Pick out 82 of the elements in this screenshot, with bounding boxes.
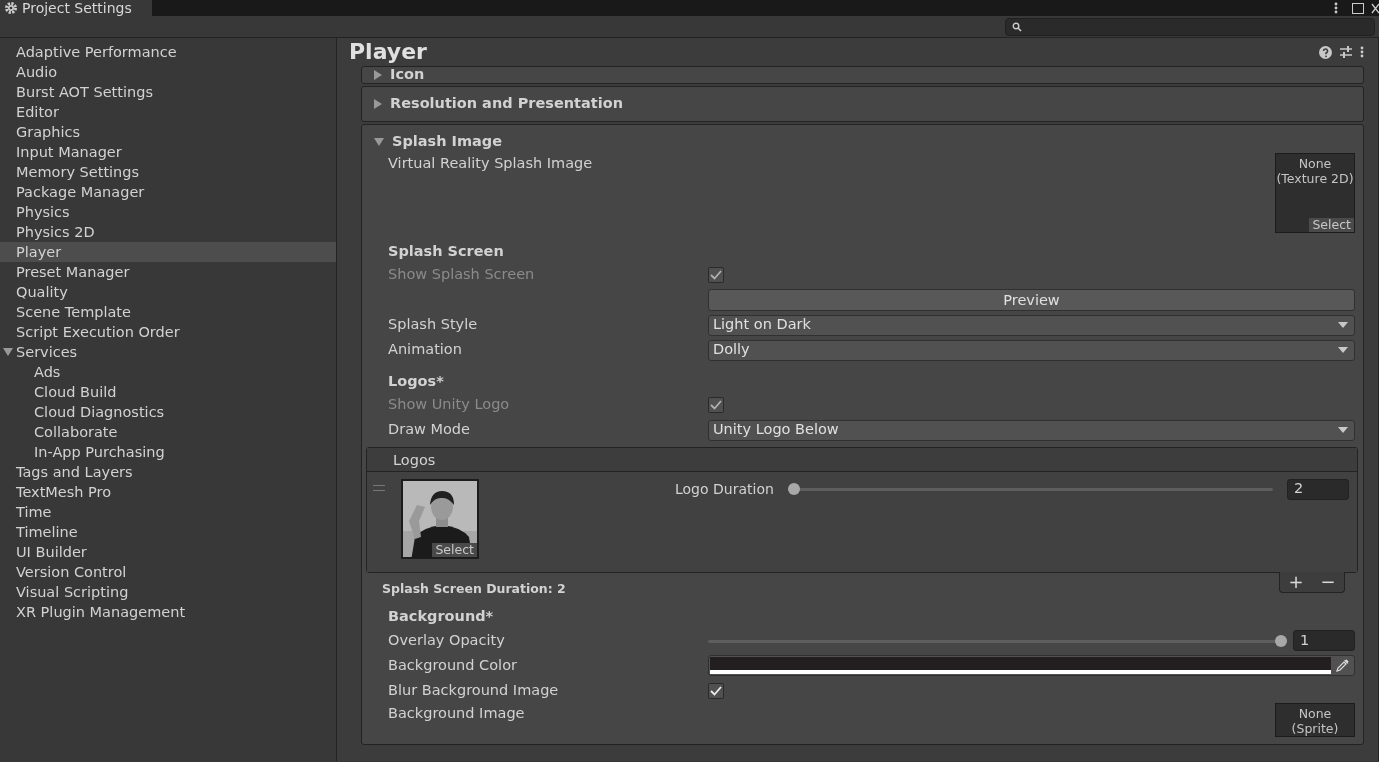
field-label: Blur Background Image [388,680,560,700]
field-label: Logo Duration [675,479,774,499]
number-field[interactable]: 1 [1293,630,1355,651]
field-label: Splash Style [388,315,479,335]
dropdown[interactable]: Dolly [708,339,1355,361]
slider[interactable] [708,633,1287,648]
search-field[interactable] [1005,17,1375,36]
field-label: Background Color [388,655,518,675]
sidebar-item[interactable]: Package Manager [0,182,336,202]
slider[interactable] [787,482,1273,496]
sidebar-item[interactable]: Burst AOT Settings [0,82,336,102]
drag-handle[interactable] [373,484,385,491]
field-value: None (Sprite) [1290,706,1340,736]
dropdown[interactable]: Light on Dark [708,314,1355,336]
gear-icon [4,1,18,15]
list-header: Logos [367,447,1357,472]
field-value: None (Texture 2D) [1276,156,1354,186]
field-label: Animation [388,340,463,360]
maximize-icon[interactable] [1352,2,1364,14]
sidebar-item[interactable]: Preset Manager [0,262,336,282]
color-field[interactable] [708,655,1355,676]
field-label: Show Splash Screen [388,265,536,285]
logo-field[interactable]: Select [401,478,479,559]
sidebar-item[interactable]: TextMesh Pro [0,482,336,502]
sidebar-item[interactable]: Input Manager [0,142,336,162]
sidebar-item[interactable]: XR Plugin Management [0,602,336,622]
sidebar-item[interactable]: Time [0,502,336,522]
object-field[interactable]: None (Sprite) [1275,703,1355,737]
window-tab[interactable]: Project Settings [0,0,152,16]
sidebar-item[interactable]: Cloud Diagnostics [0,402,336,422]
section-heading: Background* [388,607,494,627]
search-icon [1012,21,1022,32]
sidebar-item[interactable]: Adaptive Performance [0,42,336,62]
sidebar-item[interactable]: Quality [0,282,336,302]
field-label: Draw Mode [388,420,471,440]
dropdown-arrow-icon [1338,427,1348,433]
dropdown[interactable]: Unity Logo Below [708,419,1355,441]
sidebar-item[interactable]: Tags and Layers [0,462,336,482]
sidebar-item[interactable]: Editor [0,102,336,122]
sidebar-item[interactable]: Cloud Build [0,382,336,402]
preview-button[interactable]: Preview [708,289,1355,312]
field-label: Show Unity Logo [388,395,511,415]
object-field[interactable]: None (Texture 2D) Select [1275,153,1355,233]
sidebar-item[interactable]: Scene Template [0,302,336,322]
sidebar-item[interactable]: Ads [0,362,336,382]
close-icon[interactable] [1371,2,1379,14]
field-label: Background Image [388,704,526,723]
sidebar-item[interactable]: Timeline [0,522,336,542]
sidebar-item[interactable]: Script Execution Order [0,322,336,342]
sidebar-item[interactable]: Services [0,342,336,362]
dropdown-arrow-icon [1338,347,1348,354]
add-button[interactable]: + [1280,571,1312,592]
more-icon[interactable] [1334,2,1338,14]
sidebar-item[interactable]: Player [0,242,336,262]
window-title: Project Settings [22,0,132,16]
sidebar-item[interactable]: Visual Scripting [0,582,336,602]
sidebar-item[interactable]: Audio [0,62,336,82]
sidebar-item[interactable]: Version Control [0,562,336,582]
sidebar-item[interactable]: Physics [0,202,336,222]
sidebar-item[interactable]: UI Builder [0,542,336,562]
number-field[interactable]: 2 [1287,478,1349,500]
foldout-header[interactable]: Resolution and Presentation [362,87,1363,121]
select-button[interactable]: Select [1309,218,1354,232]
dropdown-arrow-icon [1338,322,1348,329]
sidebar-item[interactable]: In-App Purchasing [0,442,336,462]
section-heading: Splash Screen [388,242,504,261]
sidebar-item[interactable]: Graphics [0,122,336,142]
sidebar-item[interactable]: Memory Settings [0,162,336,182]
duration-note: Splash Screen Duration: 2 [381,579,566,598]
sidebar-item[interactable]: Collaborate [0,422,336,442]
section-heading: Logos* [388,371,444,391]
slider-thumb[interactable] [1275,634,1287,647]
help-icon[interactable] [1319,45,1332,59]
more-icon[interactable] [1360,46,1364,58]
settings-icon[interactable] [1339,45,1353,59]
checkbox[interactable] [708,682,724,699]
field-label: Virtual Reality Splash Image [388,154,594,173]
field-label: Overlay Opacity [388,630,506,650]
remove-button[interactable]: − [1312,571,1344,592]
slider-thumb[interactable] [787,483,800,495]
sidebar-item[interactable]: Physics 2D [0,222,336,242]
page-title: Player [349,38,427,66]
